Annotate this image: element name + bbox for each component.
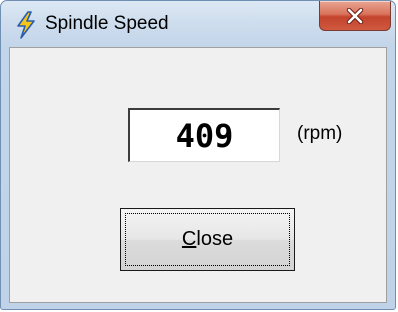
close-icon — [345, 7, 365, 24]
speed-unit-label: (rpm) — [297, 123, 343, 144]
close-button-label-rest: lose — [196, 228, 234, 250]
lightning-bolt-icon — [15, 11, 37, 39]
close-button-label: Close — [182, 228, 233, 251]
dialog-window: Spindle Speed 409 (rpm) Close — [0, 0, 396, 310]
dialog-client-area: 409 (rpm) Close — [9, 47, 387, 303]
window-close-button[interactable] — [319, 1, 391, 31]
spindle-speed-display: 409 — [128, 108, 280, 162]
title-bar[interactable]: Spindle Speed — [1, 1, 395, 47]
spindle-speed-value: 409 — [175, 116, 234, 155]
window-title: Spindle Speed — [45, 13, 169, 34]
close-button-mnemonic: C — [181, 228, 197, 250]
close-button[interactable]: Close — [120, 208, 295, 271]
